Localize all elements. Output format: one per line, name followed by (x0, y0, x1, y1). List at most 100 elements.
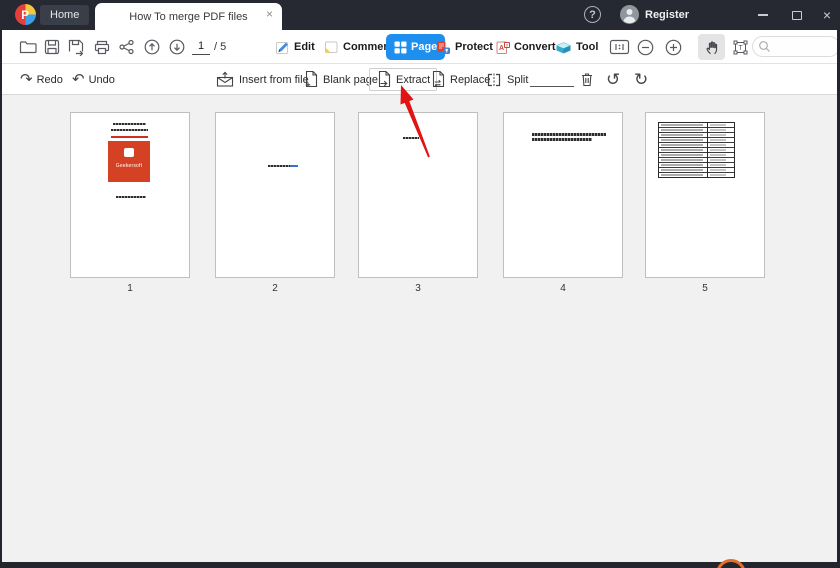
hand-tool-button[interactable] (698, 34, 725, 60)
zoom-out-icon (637, 39, 653, 55)
blank-field-line (530, 86, 574, 87)
save-button[interactable] (42, 30, 62, 64)
undo-button[interactable]: ↶ Undo (72, 64, 115, 95)
folder-icon (19, 41, 37, 54)
home-button[interactable]: Home (40, 5, 90, 25)
fit-view-button[interactable] (607, 30, 631, 64)
split-button[interactable]: Split (485, 64, 528, 95)
text-line (532, 138, 592, 141)
document-tab[interactable]: How To merge PDF files × (95, 3, 282, 30)
register-button[interactable]: Register (620, 5, 689, 24)
page-total-label: / 5 (214, 41, 227, 53)
tab-tool-label: Tool (576, 41, 599, 53)
split-label: Split (507, 73, 529, 86)
tab-comment[interactable]: Comment (324, 30, 394, 64)
hand-icon (706, 41, 717, 55)
transform-select-icon: T (733, 40, 747, 54)
table-left-column-text (661, 124, 703, 177)
home-label: Home (50, 9, 80, 21)
brand-name: Geekersoft (115, 163, 143, 169)
zoom-in-button[interactable] (662, 30, 684, 64)
insert-file-icon (216, 71, 234, 87)
next-page-button[interactable] (167, 30, 187, 64)
print-button[interactable] (92, 30, 112, 64)
redo-label: Redo (36, 73, 63, 86)
extract-page-icon (378, 70, 391, 88)
share-button[interactable] (116, 30, 136, 64)
page-number-4: 4 (560, 283, 566, 294)
pencil-icon (276, 41, 288, 54)
save-as-button[interactable] (66, 30, 86, 64)
tab-protect[interactable]: Protect (436, 30, 493, 64)
previous-page-button[interactable] (142, 30, 162, 64)
tab-tool[interactable]: Tool (555, 30, 598, 64)
zoom-in-icon (665, 39, 681, 55)
tab-protect-label: Protect (455, 41, 493, 53)
main-toolbar: / 5 Edit Comment Page (2, 30, 840, 64)
rotate-right-button[interactable]: ↻ (634, 64, 648, 95)
protect-lock-icon (437, 41, 450, 54)
tab-close-icon[interactable]: × (266, 8, 273, 20)
open-file-button[interactable] (18, 30, 38, 64)
svg-text:T: T (738, 45, 743, 52)
replace-page-icon (432, 70, 445, 88)
rotate-right-icon: ↻ (634, 70, 649, 89)
svg-text:A: A (499, 45, 504, 52)
undo-icon: ↶ (72, 71, 85, 88)
page-thumbnail-3[interactable] (358, 112, 478, 278)
document-tab-title: How To merge PDF files (129, 10, 248, 23)
brand-glyph-icon (124, 148, 134, 157)
text-line (111, 129, 148, 131)
svg-text:P: P (21, 10, 29, 22)
window-bottom-border (0, 562, 840, 568)
search-icon (759, 41, 770, 52)
page-thumbnail-1[interactable]: Geekersoft (70, 112, 190, 278)
select-tool-button[interactable]: T (729, 30, 751, 64)
tab-convert[interactable]: A x Convert (495, 30, 556, 64)
help-button[interactable]: ? (584, 6, 601, 23)
page-thumbnail-4[interactable] (503, 112, 623, 278)
page-number-1: 1 (127, 283, 133, 294)
app-logo-icon: P (15, 4, 36, 25)
search-input[interactable] (775, 40, 833, 53)
replace-button[interactable]: Replace (430, 64, 490, 95)
delete-page-button[interactable] (579, 64, 595, 95)
search-box[interactable] (752, 36, 840, 57)
arrow-up-circle-icon (144, 39, 160, 55)
insert-from-file-button[interactable]: Insert from file (215, 64, 309, 95)
tab-edit[interactable]: Edit (275, 30, 315, 64)
zoom-out-button[interactable] (634, 30, 656, 64)
page-number-input[interactable] (192, 38, 210, 55)
app-window: P Home How To merge PDF files × ? Regist… (0, 0, 840, 568)
minimize-button[interactable] (748, 0, 778, 30)
page-action-bar: ↷ Redo ↶ Undo Insert from file Blank pag… (2, 64, 837, 95)
blank-page-button[interactable]: Blank page (303, 64, 378, 95)
table-right-column-text (710, 124, 726, 177)
text-line (532, 133, 606, 136)
text-line-red (111, 136, 148, 138)
trash-icon (582, 73, 592, 87)
save-icon (44, 39, 60, 55)
maximize-button[interactable] (782, 0, 812, 30)
page-thumbnail-5[interactable] (645, 112, 765, 278)
register-label: Register (645, 8, 690, 21)
save-as-icon (68, 39, 84, 56)
help-icon: ? (589, 8, 596, 21)
tab-edit-label: Edit (294, 41, 315, 53)
text-line (268, 165, 290, 167)
rotate-left-icon: ↺ (606, 70, 621, 89)
rotate-left-button[interactable]: ↺ (606, 64, 620, 95)
close-button[interactable]: × (812, 0, 840, 30)
maximize-icon (792, 10, 802, 20)
print-icon (94, 40, 110, 54)
table-column-divider (707, 123, 708, 177)
extract-button[interactable]: Extract (369, 68, 438, 91)
redo-button[interactable]: ↷ Redo (20, 64, 63, 95)
avatar-icon (620, 5, 639, 24)
page-grid-icon (394, 41, 407, 53)
tab-convert-label: Convert (514, 41, 556, 53)
text-line (113, 123, 146, 125)
titlebar: P Home How To merge PDF files × ? Regist… (0, 0, 840, 30)
note-icon (325, 41, 338, 53)
page-thumbnail-2[interactable] (215, 112, 335, 278)
